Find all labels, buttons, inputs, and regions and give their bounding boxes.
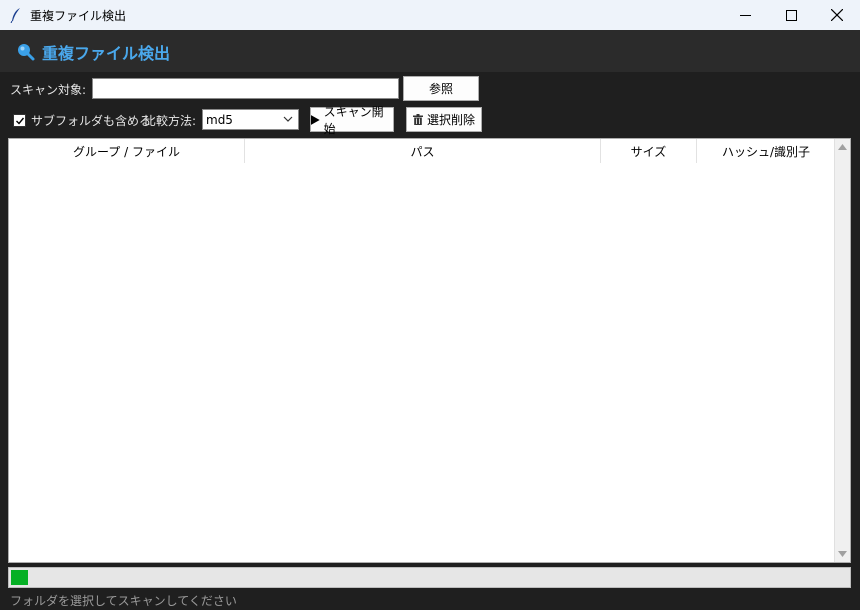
search-icon (18, 44, 35, 61)
include-subfolders-checkbox[interactable] (13, 114, 26, 127)
include-subfolders-label[interactable]: サブフォルダも含める (31, 112, 151, 129)
scroll-down-icon[interactable] (838, 551, 847, 557)
minimize-button[interactable] (722, 0, 768, 30)
checkmark-icon (16, 117, 25, 125)
app-header: 重複ファイル検出 (0, 30, 860, 72)
delete-selected-button[interactable]: 選択削除 (406, 107, 482, 132)
compare-method-label: 比較方法: (144, 114, 197, 128)
close-icon (831, 9, 843, 21)
column-header-size[interactable]: サイズ (601, 139, 697, 163)
results-table[interactable]: グループ / ファイル パス サイズ ハッシュ/識別子 (8, 138, 851, 563)
feather-icon (10, 8, 20, 23)
browse-button-label: 参照 (428, 82, 453, 96)
table-header: グループ / ファイル パス サイズ ハッシュ/識別子 (9, 139, 835, 163)
column-header-path[interactable]: パス (245, 139, 601, 163)
progress-fill (11, 570, 28, 585)
compare-method-select[interactable]: md5 (202, 109, 299, 130)
maximize-button[interactable] (768, 0, 814, 30)
start-scan-button[interactable]: スキャン開始 (310, 105, 394, 136)
play-icon (311, 114, 320, 125)
compare-method-value: md5 (206, 113, 233, 127)
browse-button[interactable]: 参照 (403, 76, 479, 101)
window-title: 重複ファイル検出 (30, 9, 127, 23)
delete-selected-label: 選択削除 (426, 113, 475, 127)
maximize-icon (785, 9, 797, 21)
column-header-group-file[interactable]: グループ / ファイル (9, 139, 245, 163)
chevron-down-icon (283, 116, 293, 122)
scan-target-label: スキャン対象: (10, 83, 87, 97)
app-title: 重複ファイル検出 (42, 44, 171, 63)
table-scrollbar[interactable] (834, 139, 850, 562)
trash-icon (412, 114, 423, 125)
minimize-icon (739, 14, 751, 16)
close-button[interactable] (814, 0, 860, 30)
column-header-hash[interactable]: ハッシュ/識別子 (697, 139, 835, 163)
scan-target-input[interactable] (92, 78, 399, 99)
window-titlebar: 重複ファイル検出 (0, 0, 860, 30)
scroll-up-icon[interactable] (838, 144, 847, 150)
start-scan-label: スキャン開始 (323, 104, 384, 136)
progress-bar (8, 567, 851, 588)
status-text: フォルダを選択してスキャンしてください (10, 594, 237, 608)
